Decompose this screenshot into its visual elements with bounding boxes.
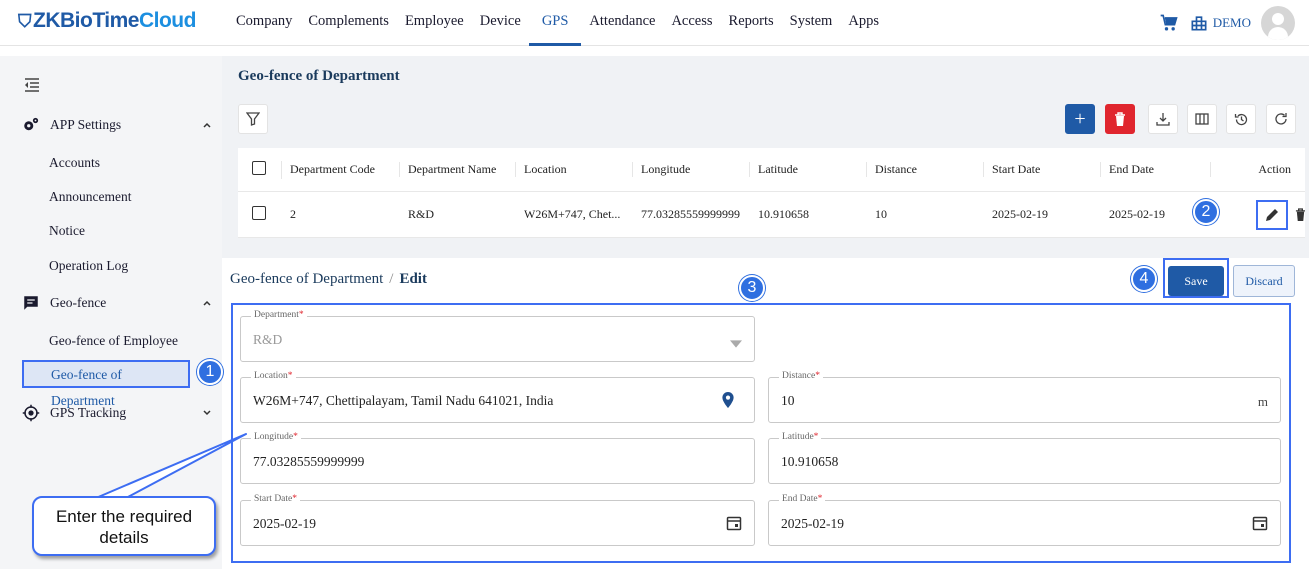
table-row[interactable]: 2 R&D W26M+747, Chet... 77.0328555999999… <box>238 192 1305 238</box>
column-header[interactable]: Location <box>516 162 633 177</box>
menu-attendance[interactable]: Attendance <box>581 0 663 46</box>
step-2-badge: 2 <box>1193 199 1219 225</box>
select-all-checkbox[interactable] <box>252 160 266 175</box>
sidebar-item-announcement[interactable]: Announcement <box>49 189 131 205</box>
menu-device[interactable]: Device <box>472 0 529 46</box>
cell-department-name: R&D <box>408 207 435 221</box>
column-header[interactable]: Department Name <box>400 162 516 177</box>
delete-button[interactable] <box>1105 104 1135 134</box>
sidebar: APP Settings Accounts Announcement Notic… <box>0 56 222 569</box>
department-geofence-table: Department Code Department Name Location… <box>238 148 1305 238</box>
menu-access[interactable]: Access <box>663 0 720 46</box>
filter-button[interactable] <box>238 104 268 134</box>
page-title: Geo-fence of Department <box>238 68 400 84</box>
sidebar-item-notice[interactable]: Notice <box>49 223 85 239</box>
filter-icon <box>246 112 260 126</box>
menu-reports[interactable]: Reports <box>721 0 782 46</box>
breadcrumb: Geo-fence of Department / Edit <box>230 271 427 288</box>
zkbiotime-logo[interactable]: ⛉ZKBioTimeCloud <box>18 9 196 33</box>
menu-complements[interactable]: Complements <box>300 0 397 46</box>
menu-system[interactable]: System <box>782 0 841 46</box>
chevron-up-icon <box>203 122 211 128</box>
row-checkbox[interactable] <box>252 205 266 220</box>
list-toolbar: + <box>238 104 1301 138</box>
trash-icon <box>1115 111 1125 126</box>
cell-longitude: 77.03285559999999 <box>641 207 740 221</box>
sidebar-group-label: Geo-fence <box>50 295 107 310</box>
row-select-cell <box>238 205 282 224</box>
column-header[interactable]: Longitude <box>633 162 750 177</box>
sidebar-item-accounts[interactable]: Accounts <box>49 155 100 171</box>
cart-icon[interactable] <box>1159 13 1179 33</box>
cell-location: W26M+747, Chet... <box>524 207 621 221</box>
column-header[interactable]: Latitude <box>750 162 867 177</box>
select-all-cell <box>238 160 282 179</box>
cell-distance: 10 <box>875 207 887 221</box>
sidebar-group-label: GPS Tracking <box>50 405 127 420</box>
table-header: Department Code Department Name Location… <box>238 148 1305 192</box>
menu-gps[interactable]: GPS <box>528 0 582 46</box>
shield-logo-icon: ⛉ <box>18 11 32 31</box>
company-switcher[interactable]: DEMO <box>1189 13 1251 33</box>
export-button[interactable] <box>1148 104 1178 134</box>
main-menu: Company Complements Employee Device GPS … <box>228 0 887 46</box>
gps-target-icon <box>22 404 40 422</box>
instruction-callout: Enter the required details <box>32 496 216 556</box>
menu-employee[interactable]: Employee <box>397 0 472 46</box>
add-button[interactable]: + <box>1065 104 1095 134</box>
row-actions <box>1211 192 1305 238</box>
sidebar-group-geo-fence[interactable]: Geo-fence <box>22 294 212 312</box>
history-button[interactable] <box>1226 104 1256 134</box>
edit-button[interactable] <box>1256 199 1288 230</box>
user-area: DEMO <box>1159 6 1295 40</box>
breadcrumb-current: Edit <box>399 271 427 287</box>
plus-icon: + <box>1074 107 1086 130</box>
column-header[interactable]: Department Code <box>282 162 400 177</box>
columns-icon <box>1195 113 1209 125</box>
history-icon <box>1234 113 1247 125</box>
sidebar-group-label: APP Settings <box>50 117 122 132</box>
sidebar-item-geo-fence-employee[interactable]: Geo-fence of Employee <box>49 333 178 349</box>
sidebar-item-geo-fence-department[interactable]: Geo-fence of Department <box>22 360 190 408</box>
column-header[interactable]: Start Date <box>984 162 1101 177</box>
columns-button[interactable] <box>1187 104 1217 134</box>
menu-apps[interactable]: Apps <box>840 0 887 46</box>
user-avatar[interactable] <box>1261 6 1295 40</box>
company-name: DEMO <box>1212 15 1251 30</box>
discard-button[interactable]: Discard <box>1233 265 1295 297</box>
column-header[interactable]: Distance <box>867 162 984 177</box>
breadcrumb-parent[interactable]: Geo-fence of Department <box>230 271 383 287</box>
sidebar-group-app-settings[interactable]: APP Settings <box>22 116 212 134</box>
message-icon <box>24 296 38 310</box>
cell-start-date: 2025-02-19 <box>992 207 1048 221</box>
company-icon <box>1191 16 1207 31</box>
refresh-icon <box>1275 113 1287 125</box>
refresh-button[interactable] <box>1266 104 1296 134</box>
step-1-badge: 1 <box>197 359 223 385</box>
step-4-badge: 4 <box>1131 266 1157 292</box>
form-highlight-box <box>231 303 1291 563</box>
sidebar-group-gps-tracking[interactable]: GPS Tracking <box>22 404 212 422</box>
cell-latitude: 10.910658 <box>758 207 809 221</box>
column-header: Action <box>1258 162 1291 176</box>
menu-company[interactable]: Company <box>228 0 300 46</box>
top-navbar: ⛉ZKBioTimeCloud Company Complements Empl… <box>0 0 1309 46</box>
collapse-sidebar-icon[interactable] <box>24 78 40 92</box>
cell-department-code: 2 <box>290 207 296 221</box>
step-3-badge: 3 <box>739 275 765 301</box>
download-icon <box>1156 113 1170 126</box>
column-header[interactable]: End Date <box>1101 162 1211 177</box>
chevron-up-icon <box>203 300 211 306</box>
chevron-down-icon <box>203 410 211 416</box>
save-highlight-box <box>1163 258 1229 298</box>
pencil-icon <box>1266 208 1278 221</box>
breadcrumb-separator: / <box>389 271 394 287</box>
sidebar-item-operation-log[interactable]: Operation Log <box>49 258 128 274</box>
gears-icon <box>24 117 39 131</box>
trash-icon[interactable] <box>1295 207 1305 222</box>
